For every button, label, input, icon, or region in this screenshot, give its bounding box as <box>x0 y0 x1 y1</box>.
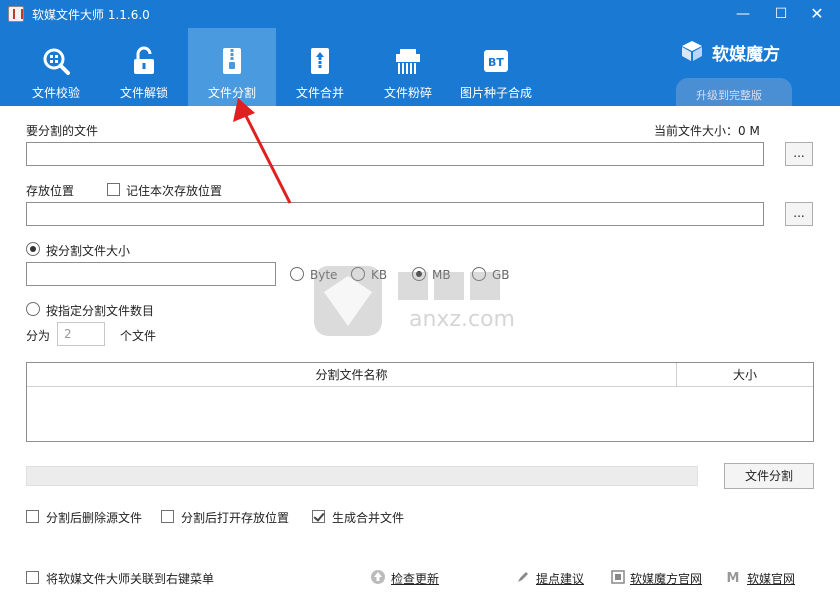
progress-bar <box>26 466 698 486</box>
header-bar: 软媒文件大师 1.1.6.0 — ☐ ✕ 文件校验 文件解锁 文件分割 文件合并… <box>0 0 840 106</box>
tab-file-split[interactable]: 文件分割 <box>188 28 276 106</box>
open-folder-checkbox[interactable] <box>161 510 174 523</box>
dest-folder-input[interactable] <box>26 202 764 226</box>
check-update-link[interactable]: 检查更新 <box>391 570 439 587</box>
feedback-icon <box>518 572 528 582</box>
update-icon <box>371 570 385 584</box>
shredder-icon <box>396 49 420 74</box>
tab-label: 文件分割 <box>207 86 256 100</box>
unit-byte-radio[interactable] <box>290 267 304 281</box>
split-by-count-radio[interactable] <box>26 302 40 316</box>
bt-icon: BT <box>484 50 508 72</box>
split-files-table[interactable]: 分割文件名称 大小 <box>26 362 814 442</box>
title-bar: 软媒文件大师 1.1.6.0 — ☐ ✕ <box>0 0 840 28</box>
m-logo-icon: M <box>727 571 740 585</box>
merge-file-icon <box>311 48 329 74</box>
remember-location-checkbox[interactable] <box>107 183 120 196</box>
remember-location-label: 记住本次存放位置 <box>126 184 223 198</box>
tab-image-torrent[interactable]: BT 图片种子合成 <box>452 28 540 106</box>
cube-icon <box>611 570 625 584</box>
unlock-icon <box>134 46 154 74</box>
open-folder-label: 分割后打开存放位置 <box>181 511 290 525</box>
window-title: 软媒文件大师 1.1.6.0 <box>32 8 150 22</box>
tab-file-verify[interactable]: 文件校验 <box>12 28 100 106</box>
feedback-link[interactable]: 提点建议 <box>536 570 584 587</box>
file-count-input[interactable]: 2 <box>57 322 105 346</box>
source-file-input[interactable] <box>26 142 764 166</box>
tab-label: 文件合并 <box>295 86 344 100</box>
watermark-text: anxz.com <box>409 307 515 332</box>
split-by-size-label: 按分割文件大小 <box>46 244 131 258</box>
context-menu-label: 将软媒文件大师关联到右键菜单 <box>46 572 215 586</box>
col-file-name[interactable]: 分割文件名称 <box>27 363 677 387</box>
brand-name: 软媒魔方 <box>712 45 780 65</box>
source-browse-button[interactable]: ... <box>785 142 813 166</box>
context-menu-checkbox[interactable] <box>26 571 39 584</box>
create-merge-checkbox[interactable] <box>312 510 325 523</box>
maximize-button[interactable]: ☐ <box>766 2 796 26</box>
svg-text:BT: BT <box>488 56 504 69</box>
split-into-label: 分为 <box>26 329 51 343</box>
current-size-text: 当前文件大小：0 M <box>654 124 760 138</box>
watermark: anxz.com <box>314 266 515 336</box>
source-file-label: 要分割的文件 <box>26 124 99 138</box>
tab-label: 图片种子合成 <box>459 86 532 100</box>
file-count-suffix: 个文件 <box>120 329 157 343</box>
tab-file-merge[interactable]: 文件合并 <box>276 28 364 106</box>
upgrade-label: 升级到完整版 <box>696 89 762 102</box>
tab-label: 文件校验 <box>31 86 80 100</box>
close-button[interactable]: ✕ <box>802 2 832 26</box>
tab-file-unlock[interactable]: 文件解锁 <box>100 28 188 106</box>
create-merge-label: 生成合并文件 <box>332 511 405 525</box>
magnifier-icon <box>43 48 70 75</box>
tab-label: 文件粉碎 <box>383 86 432 100</box>
delete-source-checkbox[interactable] <box>26 510 39 523</box>
tab-file-shred[interactable]: 文件粉碎 <box>364 28 452 106</box>
minimize-button[interactable]: — <box>728 2 758 26</box>
ruanmei-site-link[interactable]: 软媒官网 <box>747 570 795 587</box>
split-by-count-label: 按指定分割文件数目 <box>46 304 155 318</box>
tab-label: 文件解锁 <box>119 86 168 100</box>
zip-file-icon <box>223 48 241 74</box>
app-icon <box>8 6 24 22</box>
svg-text:M: M <box>727 571 740 585</box>
rmmofang-site-link[interactable]: 软媒魔方官网 <box>630 570 702 587</box>
split-file-button[interactable]: 文件分割 <box>724 463 814 489</box>
col-size[interactable]: 大小 <box>677 363 813 387</box>
split-size-input[interactable] <box>26 262 276 286</box>
upgrade-button[interactable]: 升级到完整版 <box>676 78 792 106</box>
delete-source-label: 分割后删除源文件 <box>46 511 143 525</box>
dest-label: 存放位置 <box>26 184 75 198</box>
dest-browse-button[interactable]: ... <box>785 202 813 226</box>
split-by-size-radio[interactable] <box>26 242 40 256</box>
cube-logo-icon <box>682 41 702 61</box>
